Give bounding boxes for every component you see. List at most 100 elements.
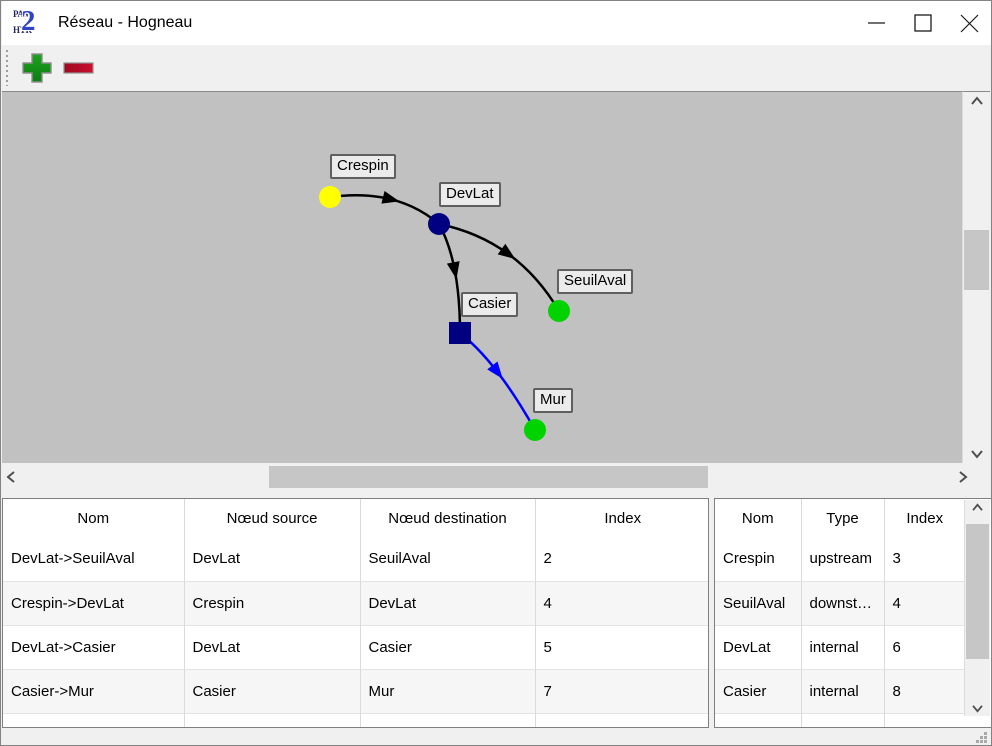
node-label-DevLat[interactable]: DevLat [439,182,501,207]
table-cell[interactable]: Casier [715,669,801,713]
scroll-right-button[interactable] [958,465,968,489]
table-row[interactable]: Crespin->DevLatCrespinDevLat4 [3,581,709,625]
table-row-partial [3,713,709,728]
table-cell[interactable]: DevLat->Casier [3,625,184,669]
node-Casier[interactable] [449,322,471,344]
table-cell[interactable]: 5 [535,625,709,669]
node-label-SeuilAval[interactable]: SeuilAval [557,269,633,294]
close-button[interactable] [946,1,992,45]
table-cell[interactable]: Casier->Mur [3,669,184,713]
minus-icon [62,52,96,84]
table-cell [884,713,965,728]
scroll-up-button[interactable] [965,503,990,512]
node-label-Mur[interactable]: Mur [533,388,573,413]
reaches-table-body: DevLat->SeuilAvalDevLatSeuilAval2Crespin… [3,537,709,728]
table-cell[interactable]: downst… [801,581,884,625]
nodes-table-scroll-thumb[interactable] [966,524,989,659]
table-cell[interactable]: 8 [884,669,965,713]
table-cell[interactable]: DevLat [715,625,801,669]
column-header[interactable]: Nœud source [184,499,360,537]
table-cell[interactable]: SeuilAval [360,537,535,581]
minimize-button[interactable] [854,1,900,45]
maximize-icon [914,14,932,32]
canvas-horizontal-scrollbar[interactable] [2,465,974,489]
node-DevLat[interactable] [428,213,450,235]
table-row[interactable]: DevLat->CasierDevLatCasier5 [3,625,709,669]
edge-DevLat-Casier[interactable] [439,224,460,333]
table-cell[interactable]: Casier [184,669,360,713]
table-cell[interactable]: Crespin->DevLat [3,581,184,625]
network-canvas-svg [2,92,964,463]
toolbar [2,45,992,91]
header-row: NomTypeIndex [715,499,965,537]
plus-icon [21,52,53,84]
chevron-up-icon [971,503,984,512]
table-cell[interactable]: internal [801,625,884,669]
table-cell[interactable]: 6 [884,625,965,669]
table-row[interactable]: Casier->MurCasierMur7 [3,669,709,713]
node-label-Crespin[interactable]: Crespin [330,154,396,179]
table-cell[interactable]: DevLat [360,581,535,625]
app-logo-icon: PAM HYR 2 [12,8,46,38]
table-cell[interactable]: DevLat [184,537,360,581]
node-label-Casier[interactable]: Casier [461,292,518,317]
scroll-left-button[interactable] [6,465,16,489]
toolbar-drag-handle[interactable] [6,50,8,86]
table-row[interactable]: Crespinupstream3 [715,537,965,581]
table-row[interactable]: DevLat->SeuilAvalDevLatSeuilAval2 [3,537,709,581]
app-window: PAM HYR 2 Réseau - Hogneau [0,0,992,746]
table-cell[interactable]: SeuilAval [715,581,801,625]
chevron-left-icon [6,470,16,484]
table-cell[interactable]: Casier [360,625,535,669]
column-header[interactable]: Index [535,499,709,537]
reaches-table-header: NomNœud sourceNœud destinationIndex [3,499,709,537]
table-cell[interactable]: 4 [884,581,965,625]
title-bar: PAM HYR 2 Réseau - Hogneau [2,1,992,45]
reaches-table[interactable]: NomNœud sourceNœud destinationIndex DevL… [3,499,709,728]
table-row[interactable]: SeuilAvaldownst…4 [715,581,965,625]
table-cell[interactable]: 3 [884,537,965,581]
column-header[interactable]: Nœud destination [360,499,535,537]
table-cell[interactable]: 7 [535,669,709,713]
canvas-hscroll-thumb[interactable] [269,466,708,488]
window-title: Réseau - Hogneau [58,14,192,32]
table-cell[interactable]: 4 [535,581,709,625]
maximize-button[interactable] [900,1,946,45]
nodes-table-panel: NomTypeIndex Crespinupstream3SeuilAvaldo… [714,498,992,728]
node-SeuilAval[interactable] [548,300,570,322]
nodes-table-scrollbar[interactable] [964,500,990,716]
table-cell[interactable]: Mur [360,669,535,713]
scroll-down-button[interactable] [965,704,990,713]
table-cell[interactable]: Crespin [715,537,801,581]
canvas-vertical-scrollbar[interactable] [962,91,990,463]
table-cell[interactable]: Crespin [184,581,360,625]
table-cell[interactable]: DevLat->SeuilAval [3,537,184,581]
table-row[interactable]: Casierinternal8 [715,669,965,713]
column-header[interactable]: Nom [715,499,801,537]
network-canvas[interactable]: Crespin DevLat SeuilAval Casier Mur [2,91,964,463]
reaches-table-panel: NomNœud sourceNœud destinationIndex DevL… [2,498,709,728]
table-cell[interactable]: 2 [535,537,709,581]
node-Mur[interactable] [524,419,546,441]
scroll-up-button[interactable] [963,96,990,106]
nodes-table[interactable]: NomTypeIndex Crespinupstream3SeuilAvaldo… [715,499,965,728]
remove-button[interactable] [60,48,98,88]
scroll-down-button[interactable] [963,449,990,459]
close-icon [960,14,979,33]
canvas-vscroll-thumb[interactable] [964,230,989,290]
column-header[interactable]: Nom [3,499,184,537]
table-cell[interactable]: upstream [801,537,884,581]
header-row: NomNœud sourceNœud destinationIndex [3,499,709,537]
column-header[interactable]: Index [884,499,965,537]
resize-grip-icon[interactable] [976,732,987,743]
nodes-table-header: NomTypeIndex [715,499,965,537]
table-cell[interactable]: DevLat [184,625,360,669]
node-Crespin[interactable] [319,186,341,208]
table-row[interactable]: DevLatinternal6 [715,625,965,669]
column-header[interactable]: Type [801,499,884,537]
table-cell [535,713,709,728]
edge-Casier-Mur[interactable] [460,333,535,430]
table-cell[interactable]: internal [801,669,884,713]
add-button[interactable] [18,48,56,88]
window-controls [854,1,992,45]
